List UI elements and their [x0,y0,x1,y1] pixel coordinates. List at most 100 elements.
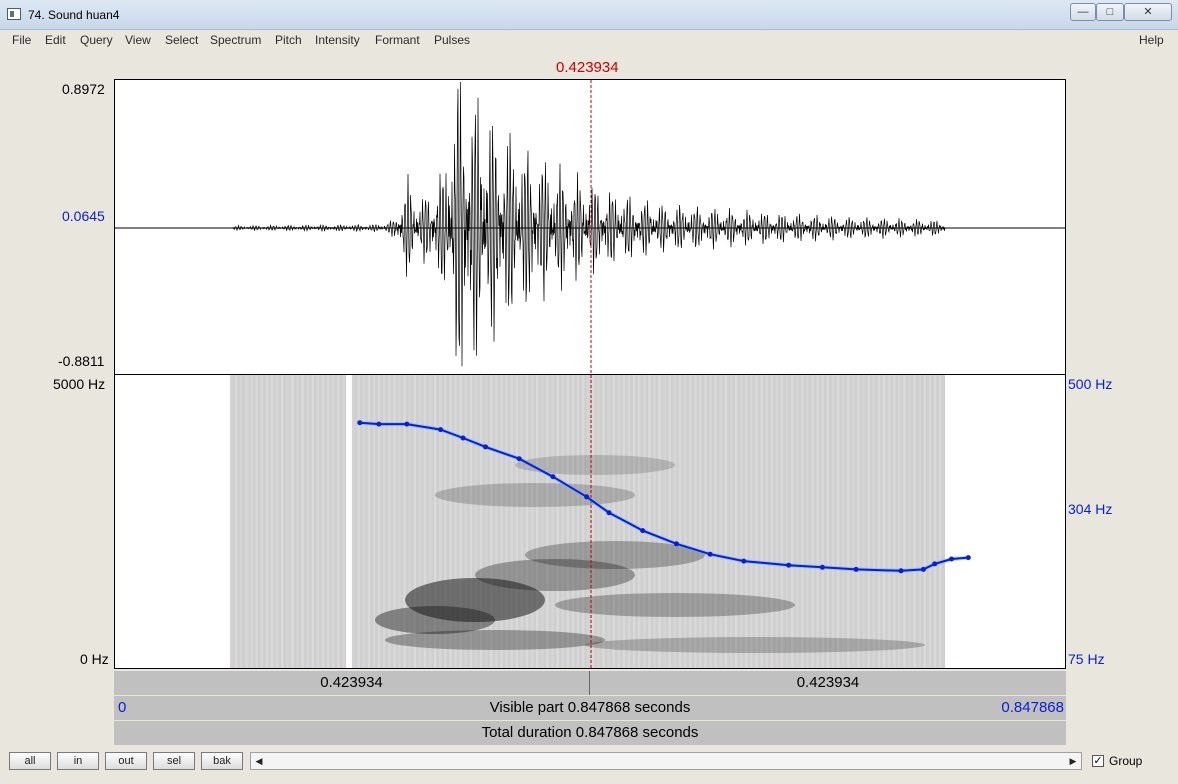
spectrogram-stripe [316,375,320,668]
spectrogram-stripe [796,375,799,668]
spectrogram-stripe [887,375,891,668]
show-all-button[interactable]: all [9,752,51,770]
spectrogram-panel[interactable] [114,375,1066,669]
spectrogram-stripe [913,375,916,668]
spectrogram-stripe [352,375,355,668]
spectrogram-stripe [587,375,590,668]
spectrogram-stripe [296,375,299,668]
spectrogram-stripe [255,375,258,668]
spectrogram-stripe [551,375,554,668]
sound-editor: 0.423934 0.8972 0.0645 -0.8811 5000 Hz 0… [8,51,1170,747]
spectrogram-stripe [903,375,906,668]
formant-energy [585,637,925,653]
spectrogram-stripe [709,375,712,668]
maximize-icon[interactable]: □ [1096,3,1124,21]
spectrogram-stripe [337,375,340,668]
spectrogram-stripe [847,375,850,668]
spectrogram-stripe [372,375,376,668]
visible-start-time: 0 [118,699,127,716]
visible-part-bar[interactable]: 0 Visible part 0.847868 seconds 0.847868 [114,696,1066,720]
spectrogram-stripe [867,375,870,668]
spectrogram-stripe [719,375,722,668]
pitch-point [932,561,938,567]
menu-formant[interactable]: Formant [375,33,420,47]
spectrogram-stripe [760,375,763,668]
wave-max-label: 0.8972 [62,81,105,97]
spectrogram-stripe [541,375,544,668]
scroll-left-icon[interactable]: ◀ [251,753,267,769]
menu-pitch[interactable]: Pitch [275,33,302,47]
menu-select[interactable]: Select [165,33,198,47]
spectrogram-stripe [918,375,921,668]
spectrogram-stripe [495,375,498,668]
selection-left-time[interactable]: 0.423934 [114,671,590,695]
spectrogram-stripe [816,375,819,668]
spectrogram-image [230,375,945,668]
selection-bar[interactable]: 0.423934 0.423934 [114,671,1066,695]
waveform-panel[interactable] [114,79,1066,375]
spectrogram-stripe [734,375,738,668]
close-icon[interactable]: ✕ [1124,3,1172,21]
time-scrollbar[interactable]: ◀ ▶ [250,752,1082,770]
spectrogram-stripe [653,375,656,668]
spectrogram-stripe [556,375,559,668]
spectrogram-stripe [612,375,615,668]
spectrogram-stripe [740,375,743,668]
spectrogram-stripe [281,375,284,668]
zoom-out-button[interactable]: out [105,752,147,770]
pitch-point [673,541,679,547]
pitch-point [483,444,488,450]
group-checkbox[interactable]: ✓ [1092,755,1104,767]
spectrogram-stripe [729,375,733,668]
spectrogram-stripe [536,375,539,668]
menu-bar: File Edit Query View Select Spectrum Pit… [8,30,1170,50]
menu-pulses[interactable]: Pulses [434,33,470,47]
spectrogram-stripe [806,375,809,668]
menu-intensity[interactable]: Intensity [315,33,360,47]
bottom-toolbar: all in out sel bak ◀ ▶ ✓ Group [0,747,1178,784]
spectrogram-stripe [510,375,513,668]
menu-view[interactable]: View [125,33,151,47]
spectrogram-stripe [332,375,335,668]
pitch-top-label: 500 Hz [1068,376,1113,392]
spectrogram-stripe [576,375,580,668]
spectrogram-stripe [842,375,845,668]
spectrogram-stripe [571,375,575,668]
waveform-trace [115,81,1065,367]
pitch-point [460,435,466,441]
selection-right-time[interactable]: 0.423934 [590,671,1066,695]
spectrogram-stripe [694,375,697,668]
pitch-point [920,566,926,572]
spectrogram-stripe [658,375,661,668]
spectrogram-stripe [270,375,274,668]
zoom-in-button[interactable]: in [57,752,99,770]
scroll-right-icon[interactable]: ▶ [1065,753,1081,769]
spectrogram-stripe [617,375,620,668]
menu-file[interactable]: File [12,33,31,47]
menu-spectrum[interactable]: Spectrum [210,33,261,47]
title-bar: 74. Sound huan4 — □ ✕ [0,0,1178,30]
spectrogram-stripe [245,375,248,668]
spectrogram-stripe [755,375,758,668]
spectrogram-stripe [505,375,508,668]
spectrogram-stripe [893,375,896,668]
menu-help[interactable]: Help [1139,33,1164,47]
spectrogram-stripe [326,375,330,668]
formant-energy [375,606,495,634]
minimize-icon[interactable]: — [1070,3,1096,21]
spectrogram-stripe [801,375,804,668]
spectrogram-stripe [770,375,773,668]
menu-edit[interactable]: Edit [45,33,66,47]
spectrogram-stripe [597,375,600,668]
zoom-to-selection-button[interactable]: sel [153,752,195,770]
pitch-point [898,568,904,574]
spectrogram-stripe [367,375,371,668]
zoom-back-button[interactable]: bak [201,752,243,770]
total-duration-text: Total duration 0.847868 seconds [481,724,699,741]
spectrogram-stripe [546,375,549,668]
spectrogram-stripe [785,375,789,668]
formant-energy [435,483,635,507]
total-duration-bar[interactable]: Total duration 0.847868 seconds [114,721,1066,745]
menu-query[interactable]: Query [80,33,113,47]
spectrogram-stripe [311,375,314,668]
